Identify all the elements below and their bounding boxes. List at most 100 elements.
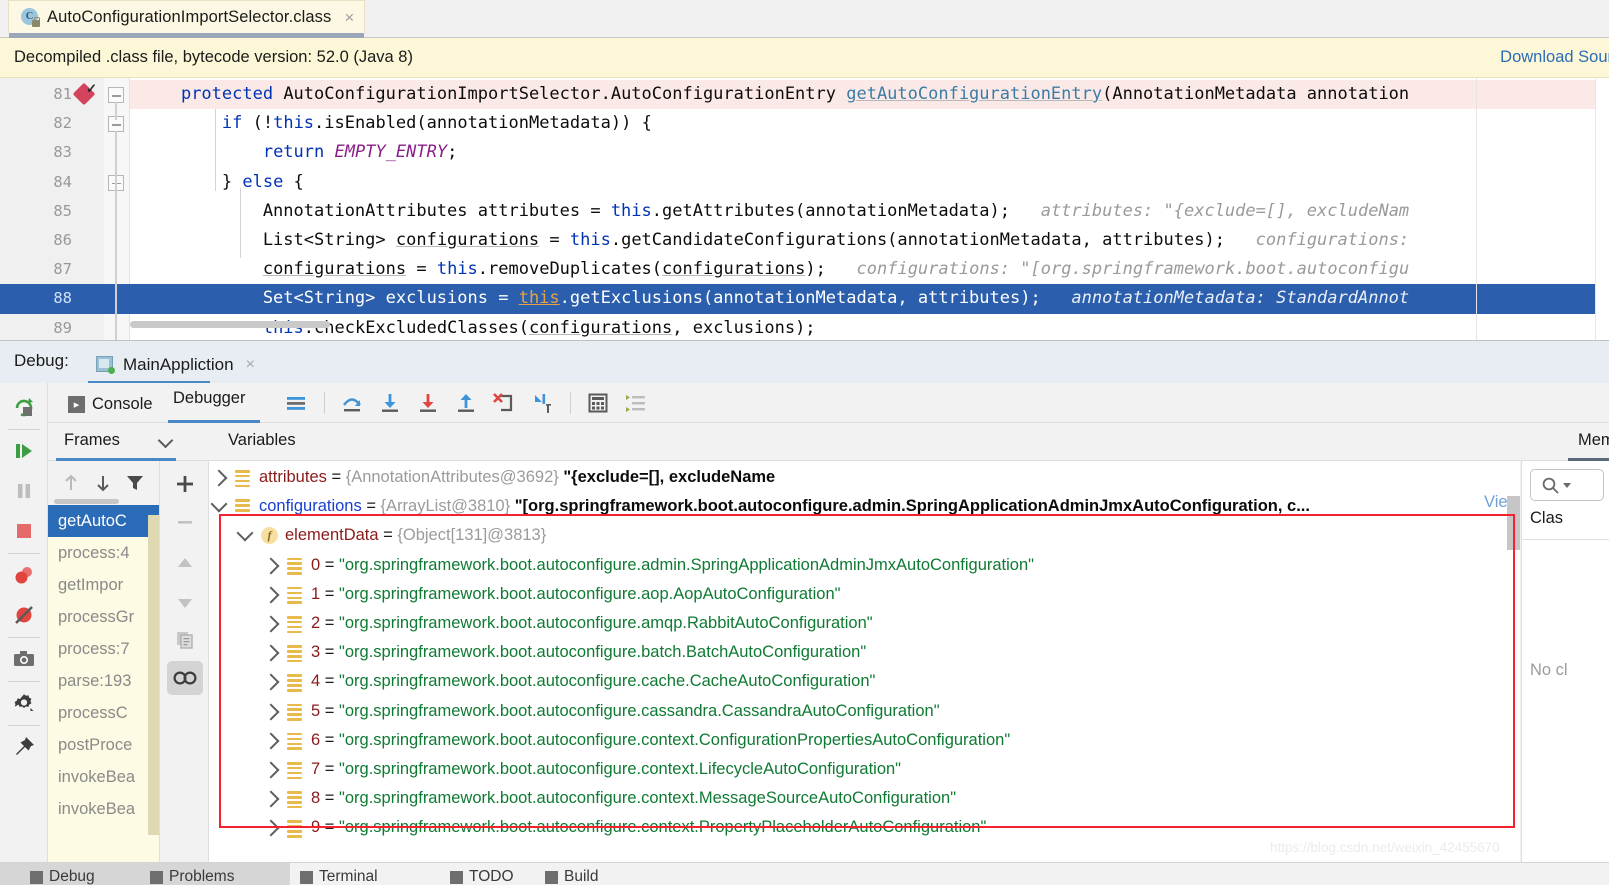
- frame-item[interactable]: parse:193: [48, 665, 159, 697]
- variables-vertical-scrollbar[interactable]: [1507, 496, 1520, 550]
- settings-gear-icon[interactable]: [6, 685, 42, 721]
- code-line[interactable]: 81 ✓ protected AutoConfigurationImportSel…: [0, 80, 1609, 110]
- fold-toggle-icon[interactable]: [108, 87, 124, 103]
- variable-row[interactable]: configurations = {ArrayList@3810} "[org.…: [209, 492, 1520, 521]
- editor-horizontal-scrollbar[interactable]: [130, 321, 330, 328]
- status-bar-item-problems[interactable]: Problems: [150, 867, 234, 885]
- code-line[interactable]: 87 configurations = this.removeDuplicate…: [0, 255, 1609, 284]
- code-line[interactable]: 86 List<String> configurations = this.ge…: [0, 226, 1609, 255]
- variable-row[interactable]: 5 = "org.springframework.boot.autoconfig…: [209, 697, 1520, 726]
- run-to-cursor-icon[interactable]: [526, 387, 558, 419]
- step-out-icon[interactable]: [450, 387, 482, 419]
- down-arrow-icon[interactable]: [88, 469, 118, 497]
- variable-row[interactable]: 0 = "org.springframework.boot.autoconfig…: [209, 551, 1520, 580]
- variables-tree[interactable]: attributes = {AnnotationAttributes@3692}…: [209, 461, 1520, 885]
- chevron-right-icon[interactable]: [262, 732, 280, 750]
- frame-item[interactable]: processGr: [48, 601, 159, 633]
- memory-search-input[interactable]: [1530, 469, 1604, 501]
- download-sources-link[interactable]: Download Sour: [1500, 48, 1609, 67]
- status-bar-item-debug[interactable]: Debug: [30, 867, 95, 885]
- frame-item[interactable]: invokeBea: [48, 793, 159, 825]
- status-bar-item-terminal[interactable]: Terminal: [300, 867, 378, 885]
- copy-icon[interactable]: [167, 623, 203, 657]
- variable-row[interactable]: 6 = "org.springframework.boot.autoconfig…: [209, 726, 1520, 755]
- chevron-right-icon[interactable]: [262, 615, 280, 633]
- remove-watch-icon[interactable]: [167, 505, 203, 539]
- frames-horizontal-scrollbar[interactable]: [54, 499, 119, 504]
- mute-breakpoints-icon[interactable]: [280, 387, 312, 419]
- debug-session-tab[interactable]: MainAppliction ×: [88, 347, 263, 383]
- variable-row[interactable]: 8 = "org.springframework.boot.autoconfig…: [209, 784, 1520, 813]
- move-down-icon[interactable]: [167, 585, 203, 619]
- chevron-down-icon[interactable]: [236, 524, 254, 542]
- close-icon[interactable]: ×: [344, 9, 354, 26]
- frame-item[interactable]: getImpor: [48, 569, 159, 601]
- variable-row[interactable]: 3 = "org.springframework.boot.autoconfig…: [209, 638, 1520, 667]
- tab-memory[interactable]: Mem: [1578, 431, 1609, 450]
- code-line[interactable]: 84 } else {: [0, 168, 1609, 197]
- memory-panel[interactable]: Clas No cl: [1521, 461, 1609, 885]
- inspect-icon[interactable]: [167, 661, 203, 695]
- variables-toolbar[interactable]: [161, 461, 209, 885]
- settings-lines-icon[interactable]: [620, 387, 652, 419]
- resume-program-icon[interactable]: [6, 433, 42, 469]
- frame-item[interactable]: process:4: [48, 537, 159, 569]
- variable-row[interactable]: 1 = "org.springframework.boot.autoconfig…: [209, 580, 1520, 609]
- variable-row[interactable]: 7 = "org.springframework.boot.autoconfig…: [209, 755, 1520, 784]
- add-watch-icon[interactable]: [167, 467, 203, 501]
- up-arrow-icon[interactable]: [56, 469, 86, 497]
- step-into-icon[interactable]: [374, 387, 406, 419]
- status-bar-item-build[interactable]: Build: [545, 867, 598, 885]
- variable-row[interactable]: 4 = "org.springframework.boot.autoconfig…: [209, 667, 1520, 696]
- pin-icon[interactable]: [6, 729, 42, 765]
- chevron-down-icon[interactable]: [157, 432, 174, 449]
- frames-panel[interactable]: getAutoC process:4 getImpor processGr proces…: [48, 461, 160, 885]
- code-line[interactable]: 83 return EMPTY_ENTRY;: [0, 138, 1609, 167]
- variable-row[interactable]: f elementData = {Object[131]@3813}: [209, 521, 1520, 550]
- chevron-right-icon[interactable]: [262, 586, 280, 604]
- tab-frames[interactable]: Frames: [64, 431, 120, 450]
- chevron-right-icon[interactable]: [262, 673, 280, 691]
- tab-variables[interactable]: Variables: [228, 431, 296, 450]
- chevron-right-icon[interactable]: [262, 703, 280, 721]
- frame-item[interactable]: getAutoC: [48, 505, 159, 537]
- chevron-right-icon[interactable]: [262, 819, 280, 837]
- chevron-right-icon[interactable]: [262, 644, 280, 662]
- chevron-right-icon[interactable]: [262, 557, 280, 575]
- frame-item[interactable]: process:7: [48, 633, 159, 665]
- chevron-down-icon[interactable]: [1563, 482, 1571, 488]
- close-icon[interactable]: ×: [246, 356, 255, 374]
- rerun-icon[interactable]: [6, 389, 42, 425]
- pause-program-icon[interactable]: [6, 473, 42, 509]
- code-editor[interactable]: 81 ✓ protected AutoConfigurationImportSel…: [0, 78, 1609, 340]
- frames-vertical-scrollbar[interactable]: [148, 515, 159, 835]
- screenshot-icon[interactable]: [6, 641, 42, 677]
- editor-tab-autoconfigurationimportselector[interactable]: C AutoConfigurationImportSelector.class …: [8, 0, 366, 38]
- chevron-right-icon[interactable]: [262, 761, 280, 779]
- debug-side-toolbar[interactable]: [0, 383, 48, 885]
- variable-row[interactable]: 9 = "org.springframework.boot.autoconfig…: [209, 813, 1520, 842]
- variable-row[interactable]: attributes = {AnnotationAttributes@3692}…: [209, 463, 1520, 492]
- drop-frame-icon[interactable]: [488, 387, 520, 419]
- variable-row[interactable]: 2 = "org.springframework.boot.autoconfig…: [209, 609, 1520, 638]
- chevron-down-icon[interactable]: [210, 495, 228, 513]
- frame-item[interactable]: postProce: [48, 729, 159, 761]
- frame-item[interactable]: processC: [48, 697, 159, 729]
- force-step-into-icon[interactable]: [412, 387, 444, 419]
- chevron-right-icon[interactable]: [210, 469, 228, 487]
- code-line[interactable]: 85 AnnotationAttributes attributes = thi…: [0, 197, 1609, 226]
- tab-console[interactable]: ▸ Console: [68, 389, 153, 419]
- chevron-right-icon[interactable]: [262, 790, 280, 808]
- evaluate-expression-icon[interactable]: [582, 387, 614, 419]
- step-over-icon[interactable]: [336, 387, 368, 419]
- stop-icon[interactable]: [6, 513, 42, 549]
- move-up-icon[interactable]: [167, 547, 203, 581]
- mute-breakpoints-icon[interactable]: [6, 597, 42, 633]
- view-breakpoints-icon[interactable]: [6, 557, 42, 593]
- code-line[interactable]: 82 if (!this.isEnabled(annotationMetadat…: [0, 109, 1609, 138]
- code-line[interactable]: 88 Set<String> exclusions = this.getExcl…: [0, 284, 1609, 314]
- status-bar-item-todo[interactable]: TODO: [450, 867, 514, 885]
- filter-icon[interactable]: [120, 469, 150, 497]
- tab-debugger[interactable]: Debugger: [173, 389, 245, 408]
- frame-item[interactable]: invokeBea: [48, 761, 159, 793]
